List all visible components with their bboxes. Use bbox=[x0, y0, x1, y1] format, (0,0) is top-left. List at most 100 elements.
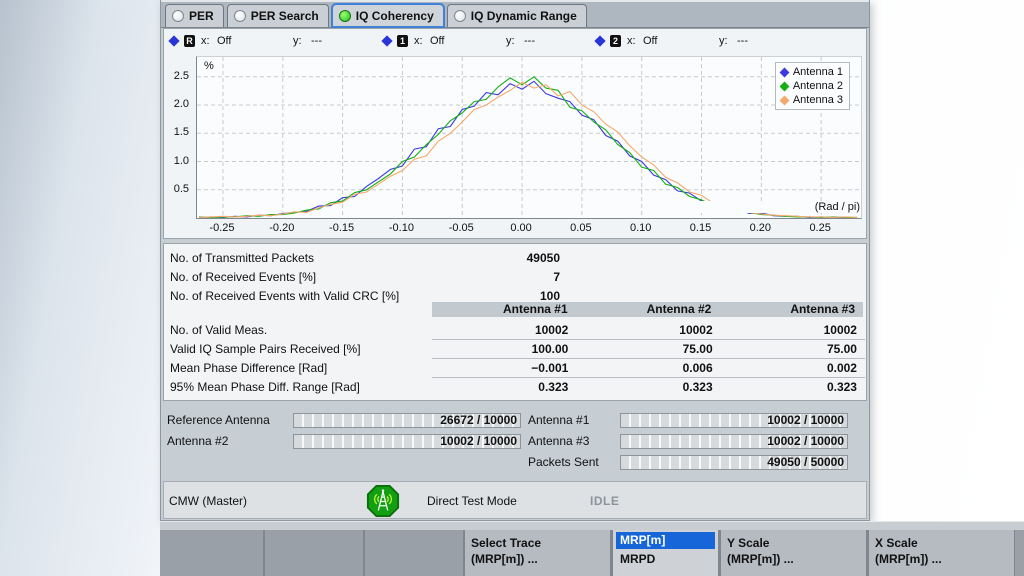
tab-per[interactable]: PER bbox=[165, 4, 224, 27]
marker-diamond-icon bbox=[381, 35, 392, 46]
x-tick-label: 0.10 bbox=[621, 222, 661, 234]
x-tick-label: -0.15 bbox=[322, 222, 362, 234]
softkey-select-trace[interactable]: Select Trace (MRP[m]) ... bbox=[463, 530, 611, 576]
legend-diamond-icon bbox=[779, 67, 789, 77]
tab-radio-icon bbox=[454, 10, 466, 22]
progress-label: Antenna #1 bbox=[528, 413, 620, 427]
tab-label: IQ Dynamic Range bbox=[471, 9, 577, 23]
cell-value: 0.323 bbox=[576, 377, 720, 396]
marker-y-label: y: bbox=[506, 35, 524, 47]
trace-svg bbox=[197, 57, 861, 218]
antenna-result-rows: No. of Valid Meas. 10002 10002 10002 Val… bbox=[164, 320, 865, 396]
tab-iq-dynamic-range[interactable]: IQ Dynamic Range bbox=[447, 4, 587, 27]
summary-rows: No. of Transmitted Packets 49050 No. of … bbox=[164, 248, 866, 305]
x-tick-label: -0.10 bbox=[381, 222, 421, 234]
progress-label: Antenna #2 bbox=[165, 434, 293, 448]
marker-diamond-icon bbox=[168, 35, 179, 46]
x-axis-tick-labels: -0.25-0.20-0.15-0.10-0.050.000.050.100.1… bbox=[196, 222, 862, 236]
marker-x-label: x: bbox=[414, 35, 430, 47]
marker-row: R x: Off y: --- 1 x: Off y: --- 2 bbox=[168, 33, 807, 49]
trace-list-item-selected[interactable]: MRP[m] bbox=[616, 532, 715, 549]
table-row: 95% Mean Phase Diff. Range [Rad] 0.323 0… bbox=[164, 377, 865, 396]
y-tick-label: 1.5 bbox=[164, 126, 189, 138]
legend-item: Antenna 2 bbox=[781, 79, 843, 93]
column-header: Antenna #2 bbox=[576, 302, 720, 317]
x-tick-label: 0.00 bbox=[501, 222, 541, 234]
progress-row-packets-sent: Packets Sent 49050 / 50000 bbox=[528, 454, 848, 470]
cell-value: 0.323 bbox=[432, 377, 576, 396]
progress-label: Reference Antenna bbox=[165, 413, 293, 427]
progress-value: 49050 / 50000 bbox=[767, 456, 844, 469]
progress-value: 26672 / 10000 bbox=[440, 414, 517, 427]
legend-item: Antenna 3 bbox=[781, 93, 843, 107]
softkey-x-scale[interactable]: X Scale (MRP[m]) ... bbox=[867, 530, 1015, 576]
marker-x-label: x: bbox=[201, 35, 217, 47]
cell-value: −0.001 bbox=[432, 358, 576, 377]
softkey-y-scale[interactable]: Y Scale (MRP[m]) ... bbox=[719, 530, 867, 576]
tab-per-search[interactable]: PER Search bbox=[227, 4, 329, 27]
marker-y-label: y: bbox=[293, 35, 311, 47]
cell-value: 0.323 bbox=[721, 377, 865, 396]
progress-section: Reference Antenna 26672 / 10000 Antenna … bbox=[163, 401, 867, 481]
legend-diamond-icon bbox=[779, 95, 789, 105]
progress-bar: 49050 / 50000 bbox=[620, 455, 848, 470]
device-label: CMW (Master) bbox=[169, 494, 247, 508]
row-value: 49050 bbox=[432, 251, 568, 265]
progress-value: 10002 / 10000 bbox=[440, 435, 517, 448]
trace-list-item[interactable]: MRPD bbox=[616, 549, 715, 566]
table-row: No. of Valid Meas. 10002 10002 10002 bbox=[164, 320, 865, 339]
progress-row-reference-antenna: Reference Antenna 26672 / 10000 bbox=[165, 412, 521, 428]
cell-value: 0.002 bbox=[721, 358, 865, 377]
marker-y-label: y: bbox=[719, 35, 737, 47]
cell-value: 75.00 bbox=[721, 339, 865, 358]
marker-y-value: --- bbox=[737, 35, 807, 47]
marker-badge: 2 bbox=[610, 35, 621, 47]
x-axis-unit-label: (Rad / pi) bbox=[670, 201, 860, 213]
softkey-label: (MRP[m]) ... bbox=[727, 551, 860, 567]
status-bar: CMW (Master) Direct Test Mode IDLE bbox=[163, 481, 867, 519]
y-axis-unit-label: % bbox=[204, 60, 214, 72]
legend-item: Antenna 1 bbox=[781, 65, 843, 79]
legend-label: Antenna 2 bbox=[793, 80, 843, 92]
marker-x-value: Off bbox=[643, 35, 719, 47]
tab-radio-icon bbox=[234, 10, 246, 22]
progress-bar: 10002 / 10000 bbox=[620, 434, 848, 449]
state-badge: IDLE bbox=[590, 494, 619, 508]
table-row: No. of Transmitted Packets 49050 bbox=[164, 248, 866, 267]
tab-bar: PER PER Search IQ Coherency IQ Dynamic R… bbox=[161, 0, 869, 28]
marker-x-value: Off bbox=[430, 35, 506, 47]
tab-radio-icon bbox=[172, 10, 184, 22]
cell-value: 10002 bbox=[576, 320, 720, 339]
tab-label: PER bbox=[189, 9, 214, 23]
softkey-separator bbox=[263, 530, 265, 576]
marker-badge: R bbox=[184, 35, 195, 47]
y-tick-label: 0.5 bbox=[164, 183, 189, 195]
marker-diamond-icon bbox=[594, 35, 605, 46]
marker-1: 1 x: Off y: --- bbox=[381, 35, 594, 47]
softkey-trace-list: MRP[m] MRPD bbox=[611, 530, 719, 576]
softkey-separator bbox=[363, 530, 365, 576]
row-label: No. of Transmitted Packets bbox=[164, 251, 432, 265]
marker-y-value: --- bbox=[311, 35, 381, 47]
marker-x-label: x: bbox=[627, 35, 643, 47]
marker-badge: 1 bbox=[397, 35, 408, 47]
softkey-label: X Scale bbox=[875, 535, 1008, 551]
progress-value: 10002 / 10000 bbox=[767, 435, 844, 448]
softkey-label: Y Scale bbox=[727, 535, 860, 551]
softkey-label: (MRP[m]) ... bbox=[875, 551, 1008, 567]
tab-iq-coherency[interactable]: IQ Coherency bbox=[332, 4, 444, 27]
antenna-tower-icon bbox=[366, 484, 400, 518]
bottom-divider-strip bbox=[160, 521, 1024, 530]
progress-label: Antenna #3 bbox=[528, 434, 620, 448]
progress-bar: 10002 / 10000 bbox=[620, 413, 848, 428]
softkey-label: Select Trace bbox=[471, 535, 604, 551]
row-label: Valid IQ Sample Pairs Received [%] bbox=[164, 342, 432, 356]
column-header: Antenna #3 bbox=[719, 302, 863, 317]
cell-value: 100.00 bbox=[432, 339, 576, 358]
marker-x-value: Off bbox=[217, 35, 293, 47]
y-axis-tick-labels: 0.51.01.52.02.5 bbox=[164, 56, 193, 219]
cell-value: 10002 bbox=[432, 320, 576, 339]
row-label: No. of Received Events [%] bbox=[164, 270, 432, 284]
progress-bar: 26672 / 10000 bbox=[293, 413, 521, 428]
legend-diamond-icon bbox=[779, 81, 789, 91]
